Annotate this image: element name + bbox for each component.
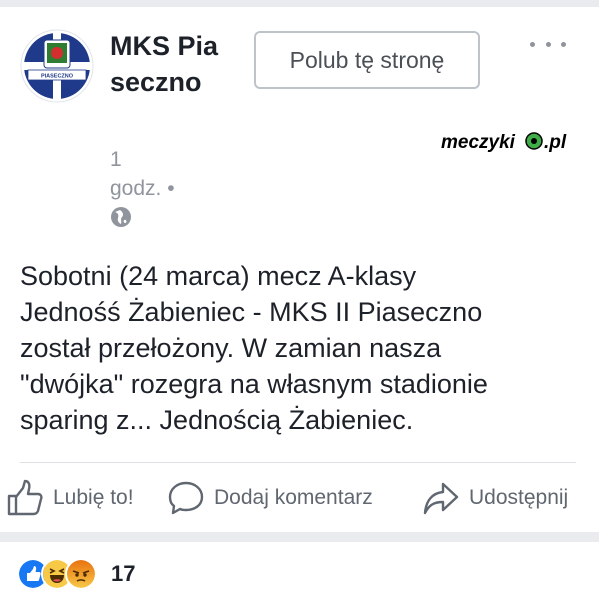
comment-button[interactable]: Dodaj komentarz (166, 478, 373, 518)
reactions-summary[interactable]: 17 (17, 557, 135, 591)
like-button[interactable]: Lubię to! (5, 478, 134, 518)
post-text-line: Jednośś Żabieniec - MKS II Piaseczno (20, 297, 483, 327)
globe-icon (111, 207, 131, 227)
meczyki-watermark: meczyki .pl (438, 126, 574, 156)
page-name-link[interactable]: MKS Piaseczno (110, 28, 220, 100)
post-text-line: "dwójka" rozegra na własnym stadionie (20, 369, 488, 399)
angry-reaction-icon (65, 558, 97, 590)
feed-separator (0, 0, 599, 7)
facebook-post: PIASECZNO MKS Piaseczno 1 godz. • Polub … (0, 0, 599, 598)
actions-divider (20, 462, 576, 463)
watermark-text-right: .pl (544, 132, 567, 153)
avatar-text: PIASECZNO (41, 74, 74, 80)
share-icon (423, 482, 459, 515)
comment-icon (168, 481, 204, 515)
post-meta: 1 godz. • (110, 145, 210, 228)
like-page-button[interactable]: Polub tę stronę (254, 31, 480, 89)
share-label: Udostępnij (469, 486, 569, 509)
thumbs-up-icon (7, 479, 43, 516)
post-text-line: Sobotni (24 marca) mecz A-klasy (20, 261, 417, 291)
post-text: Sobotni (24 marca) mecz A-klasy Jednośś … (20, 258, 580, 438)
watermark-text-left: meczyki (441, 132, 516, 153)
post-text-line: sparing z... Jednością Żabieniec. (20, 405, 414, 435)
post-text-line: został przełożony. W zamian nasza (20, 333, 442, 363)
more-dot (561, 41, 566, 47)
more-dot (530, 41, 535, 47)
page-avatar[interactable]: PIASECZNO (20, 29, 94, 103)
post-time-unit[interactable]: godz. • (110, 174, 210, 203)
club-crest-logo: PIASECZNO (20, 29, 94, 103)
more-options-icon[interactable] (530, 34, 566, 54)
post-time-count[interactable]: 1 (110, 145, 210, 174)
comment-label: Dodaj komentarz (214, 486, 373, 509)
share-button[interactable]: Udostępnij (421, 478, 568, 518)
more-dot (545, 41, 551, 47)
section-gap (0, 532, 599, 542)
reaction-count: 17 (111, 561, 136, 586)
like-label: Lubię to! (53, 486, 134, 509)
